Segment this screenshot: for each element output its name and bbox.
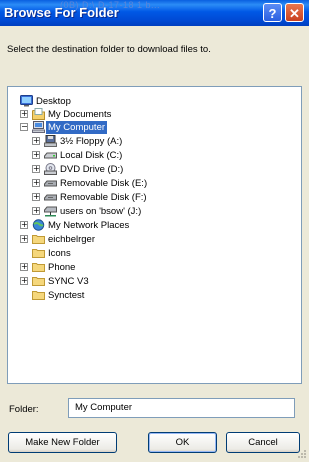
folder-icon: [32, 247, 45, 259]
my-documents-icon: [32, 108, 45, 120]
tree-item-synctest[interactable]: Synctest: [18, 289, 288, 302]
cancel-button[interactable]: Cancel: [226, 432, 300, 453]
tree-item-sync-v3[interactable]: + SYNC V3: [18, 275, 288, 288]
folder-label: Folder:: [9, 404, 39, 415]
tree-item-label: My Documents: [48, 109, 112, 120]
removable-disk-icon: [44, 177, 57, 189]
expand-icon[interactable]: +: [20, 110, 28, 118]
tree-item-label: Synctest: [48, 290, 85, 301]
tree-item-label: Icons: [48, 248, 71, 259]
tree-item-label: Removable Disk (F:): [60, 192, 147, 203]
network-places-icon: [32, 219, 45, 231]
folder-icon: [32, 261, 45, 273]
tree-item-my-network-places[interactable]: + My Network Places: [18, 219, 288, 232]
tree-item-my-documents[interactable]: + My Documents: [18, 108, 288, 121]
my-computer-icon: [32, 121, 45, 133]
tree-item-removable-disk-f[interactable]: + Removable Disk (F:): [30, 191, 290, 204]
tree-item-icons[interactable]: Icons: [18, 247, 288, 260]
dialog-title: Browse For Folder: [4, 5, 119, 20]
expand-icon[interactable]: +: [32, 193, 40, 201]
tree-item-network-drive-j[interactable]: + users on 'bsow' (J:): [30, 205, 290, 218]
collapse-icon[interactable]: −: [20, 123, 28, 131]
expand-icon[interactable]: +: [20, 263, 28, 271]
expand-icon[interactable]: +: [20, 277, 28, 285]
tree-item-phone[interactable]: + Phone: [18, 261, 288, 274]
expand-icon[interactable]: +: [32, 151, 40, 159]
expand-icon[interactable]: +: [20, 235, 28, 243]
tree-item-my-computer[interactable]: − My Computer: [18, 121, 288, 134]
tree-item-label: Phone: [48, 262, 76, 273]
instruction-text: Select the destination folder to downloa…: [7, 44, 211, 55]
folder-input[interactable]: My Computer: [68, 398, 295, 418]
tree-item-label: My Computer: [46, 121, 108, 134]
tree-item-label: users on 'bsow' (J:): [60, 206, 142, 217]
tree-item-label: Desktop: [36, 96, 71, 107]
tree-item-floppy-a[interactable]: + 3½ Floppy (A:): [30, 135, 290, 148]
expand-icon[interactable]: +: [20, 221, 28, 229]
tree-item-local-disk-c[interactable]: + Local Disk (C:): [30, 149, 290, 162]
tree-item-label: eichbelrger: [48, 234, 95, 245]
ok-button[interactable]: OK: [148, 432, 217, 453]
expand-icon[interactable]: +: [32, 165, 40, 173]
tree-item-removable-disk-e[interactable]: + Removable Disk (E:): [30, 177, 290, 190]
expand-icon[interactable]: +: [32, 137, 40, 145]
folder-tree[interactable]: Desktop + My Documents − My Computer + 3…: [7, 86, 302, 384]
help-button[interactable]: ?: [263, 3, 282, 22]
folder-icon: [32, 275, 45, 287]
tree-item-label: Removable Disk (E:): [60, 178, 148, 189]
folder-icon: [32, 289, 45, 301]
tree-item-label: DVD Drive (D:): [60, 164, 124, 175]
floppy-drive-icon: [44, 135, 57, 147]
tree-item-desktop[interactable]: Desktop: [18, 95, 288, 108]
tree-item-label: My Network Places: [48, 220, 130, 231]
tree-item-label: SYNC V3: [48, 276, 89, 287]
tree-item-label: 3½ Floppy (A:): [60, 136, 123, 147]
resize-grip-icon[interactable]: [297, 449, 307, 459]
network-drive-icon: [44, 205, 57, 217]
local-disk-icon: [44, 149, 57, 161]
tree-item-eichbelrger[interactable]: + eichbelrger: [18, 233, 288, 246]
title-bar[interactable]: (0B) D:\ D-17-18 1 b... Browse For Folde…: [0, 0, 309, 26]
desktop-icon: [20, 95, 33, 107]
expand-icon[interactable]: +: [32, 179, 40, 187]
make-new-folder-button[interactable]: Make New Folder: [8, 432, 117, 453]
tree-item-dvd-drive-d[interactable]: + DVD Drive (D:): [30, 163, 290, 176]
folder-icon: [32, 233, 45, 245]
removable-disk-icon: [44, 191, 57, 203]
dvd-drive-icon: [44, 163, 57, 175]
browse-for-folder-dialog: (0B) D:\ D-17-18 1 b... Browse For Folde…: [0, 0, 309, 462]
tree-item-label: Local Disk (C:): [60, 150, 123, 161]
expand-icon[interactable]: +: [32, 207, 40, 215]
close-button[interactable]: ✕: [285, 3, 304, 22]
